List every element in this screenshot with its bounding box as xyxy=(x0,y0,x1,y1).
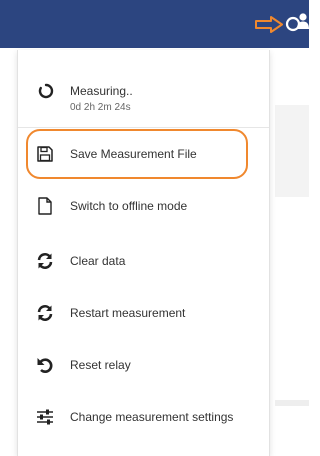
right-arrow-icon xyxy=(255,16,283,33)
sliders-icon xyxy=(37,409,53,425)
menu-item-label: Clear data xyxy=(70,254,126,268)
page-background-divider xyxy=(275,400,309,406)
menu-item-restart-measurement[interactable]: Restart measurement xyxy=(18,287,269,339)
undo-icon xyxy=(37,358,53,373)
menu-item-switch-offline[interactable]: Switch to offline mode xyxy=(18,180,269,232)
spinner-icon xyxy=(38,83,54,99)
menu-item-label: Save Measurement File xyxy=(70,147,197,161)
measurement-status: Measuring.. 0d 2h 2m 24s xyxy=(18,50,269,128)
save-icon xyxy=(37,146,53,162)
file-icon xyxy=(38,197,52,215)
refresh-icon xyxy=(37,305,53,321)
menu-item-label: Restart measurement xyxy=(70,306,186,320)
status-title: Measuring.. xyxy=(70,84,133,98)
refresh-icon xyxy=(37,253,53,269)
menu-item-label: Reset relay xyxy=(70,358,131,372)
user-icon[interactable] xyxy=(297,13,309,29)
menu-item-reset-relay[interactable]: Reset relay xyxy=(18,339,269,391)
top-navigation-bar xyxy=(0,0,309,48)
menu-item-change-settings[interactable]: Change measurement settings xyxy=(18,391,269,443)
menu-item-clear-data[interactable]: Clear data xyxy=(18,235,269,287)
status-elapsed-time: 0d 2h 2m 24s xyxy=(70,102,131,113)
menu-item-save-measurement-file[interactable]: Save Measurement File xyxy=(18,128,269,180)
menu-item-label: Change measurement settings xyxy=(70,410,234,424)
menu-item-label: Switch to offline mode xyxy=(70,199,188,213)
measurement-dropdown-menu: Measuring.. 0d 2h 2m 24s Save Measuremen… xyxy=(17,50,270,456)
page-background-panel xyxy=(275,105,309,197)
